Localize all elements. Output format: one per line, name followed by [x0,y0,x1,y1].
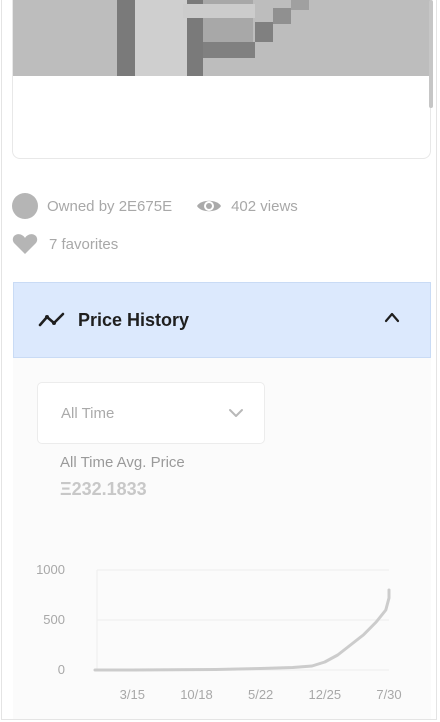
views-count: 402 views [231,197,298,215]
views-stat: 402 views [196,197,298,215]
avg-price-value: Ξ232.1833 [60,479,147,499]
x-tick-label: 5/22 [248,687,273,702]
price-history-title: Price History [78,309,190,330]
owner-label[interactable]: Owned by 2E675E [47,198,172,215]
trend-line-icon [38,312,65,327]
time-range-selected: All Time [61,404,115,422]
owner-views-row: Owned by 2E675E 402 views [12,193,298,219]
x-tick-label: 7/30 [376,687,401,702]
x-tick-label: 3/15 [120,687,145,702]
nft-artwork-image [13,0,430,76]
y-tick-label: 500 [43,612,65,627]
y-tick-label: 1000 [36,562,65,577]
price-series-line [130,588,391,672]
price-history-header[interactable]: Price History [13,282,431,358]
avg-price-label: All Time Avg. Price [60,454,185,471]
x-tick-label: 12/25 [309,687,342,702]
chevron-down-icon [229,409,243,417]
scrollbar[interactable] [429,0,433,108]
owner-avatar[interactable] [12,193,38,219]
favorites-count: 7 favorites [49,235,119,253]
time-range-dropdown[interactable]: All Time [37,382,265,444]
price-history-panel: All Time All Time Avg. Price Ξ232.1833 1… [13,358,431,719]
y-tick-label: 0 [58,662,65,677]
x-tick-label: 10/18 [180,687,213,702]
heart-icon[interactable] [12,233,38,255]
nft-image-card[interactable] [12,0,431,159]
eye-icon [197,200,222,212]
favorites-row: 7 favorites [12,233,118,255]
chevron-up-icon[interactable] [384,311,400,323]
price-history-chart[interactable]: 1000 500 0 3/15 10/18 5/22 12/25 7/30 [13,548,431,718]
page-frame: Owned by 2E675E 402 views 7 favorites Pr… [1,0,437,720]
